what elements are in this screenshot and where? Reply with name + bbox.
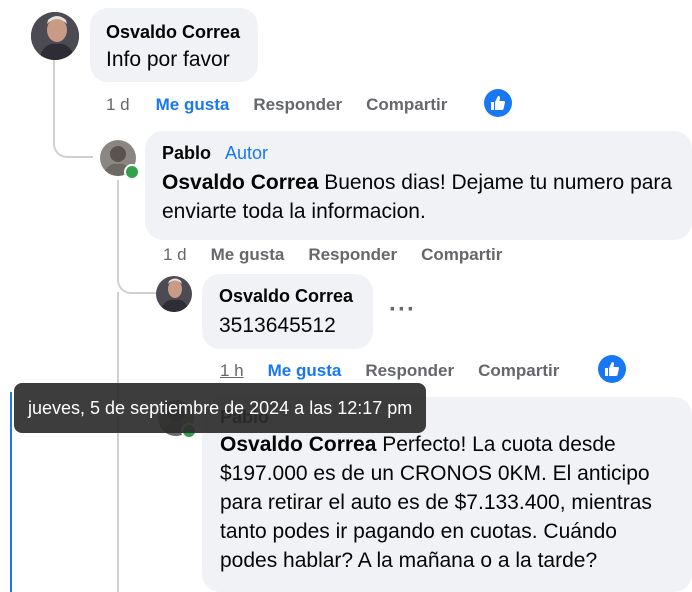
thumbs-up-icon[interactable] xyxy=(484,89,512,117)
comment-author[interactable]: Pablo xyxy=(162,143,211,164)
comment-actions: 1 d Me gusta Responder Compartir xyxy=(163,245,502,265)
comment-text: 3513645512 xyxy=(219,314,336,337)
avatar[interactable] xyxy=(156,276,192,312)
thumbs-up-icon[interactable] xyxy=(598,355,626,383)
author-badge: Autor xyxy=(225,143,269,163)
comment-actions: 1 h Me gusta Responder Compartir xyxy=(220,361,559,381)
thread-line xyxy=(117,292,121,592)
timestamp-tooltip: jueves, 5 de septiembre de 2024 a las 12… xyxy=(14,383,427,433)
comment-author[interactable]: Osvaldo Correa xyxy=(219,286,356,307)
mention-link[interactable]: Osvaldo Correa xyxy=(220,433,376,456)
share-button[interactable]: Compartir xyxy=(366,95,447,115)
comment-bubble: Osvaldo Correa 3513645512 xyxy=(202,274,373,349)
comment-bubble: Osvaldo Correa Info por favor xyxy=(90,8,258,82)
comment-actions: 1 d Me gusta Responder Compartir xyxy=(106,95,447,115)
comment-author[interactable]: Osvaldo Correa xyxy=(106,22,242,43)
comment-timestamp[interactable]: 1 d xyxy=(106,95,130,115)
reply-button[interactable]: Responder xyxy=(308,245,397,265)
thread-line xyxy=(53,60,93,158)
like-button[interactable]: Me gusta xyxy=(268,361,342,381)
like-button[interactable]: Me gusta xyxy=(156,95,230,115)
like-button[interactable]: Me gusta xyxy=(211,245,285,265)
reply-button[interactable]: Responder xyxy=(365,361,454,381)
mention-link[interactable]: Osvaldo Correa xyxy=(162,171,318,194)
focus-indicator xyxy=(10,392,12,592)
avatar[interactable] xyxy=(31,12,79,60)
share-button[interactable]: Compartir xyxy=(421,245,502,265)
comment-timestamp[interactable]: 1 h xyxy=(220,361,244,381)
comment-text: Osvaldo Correa Perfecto! La cuota desde … xyxy=(220,430,674,575)
comment-text: Info por favor xyxy=(106,48,230,71)
share-button[interactable]: Compartir xyxy=(478,361,559,381)
comment-bubble: Pablo Autor Osvaldo Correa Buenos dias! … xyxy=(145,131,692,240)
more-options-icon[interactable]: ··· xyxy=(389,296,416,324)
online-status xyxy=(124,164,140,180)
reply-button[interactable]: Responder xyxy=(253,95,342,115)
comment-text: Osvaldo Correa Buenos dias! Dejame tu nu… xyxy=(162,168,675,226)
comment-timestamp[interactable]: 1 d xyxy=(163,245,187,265)
